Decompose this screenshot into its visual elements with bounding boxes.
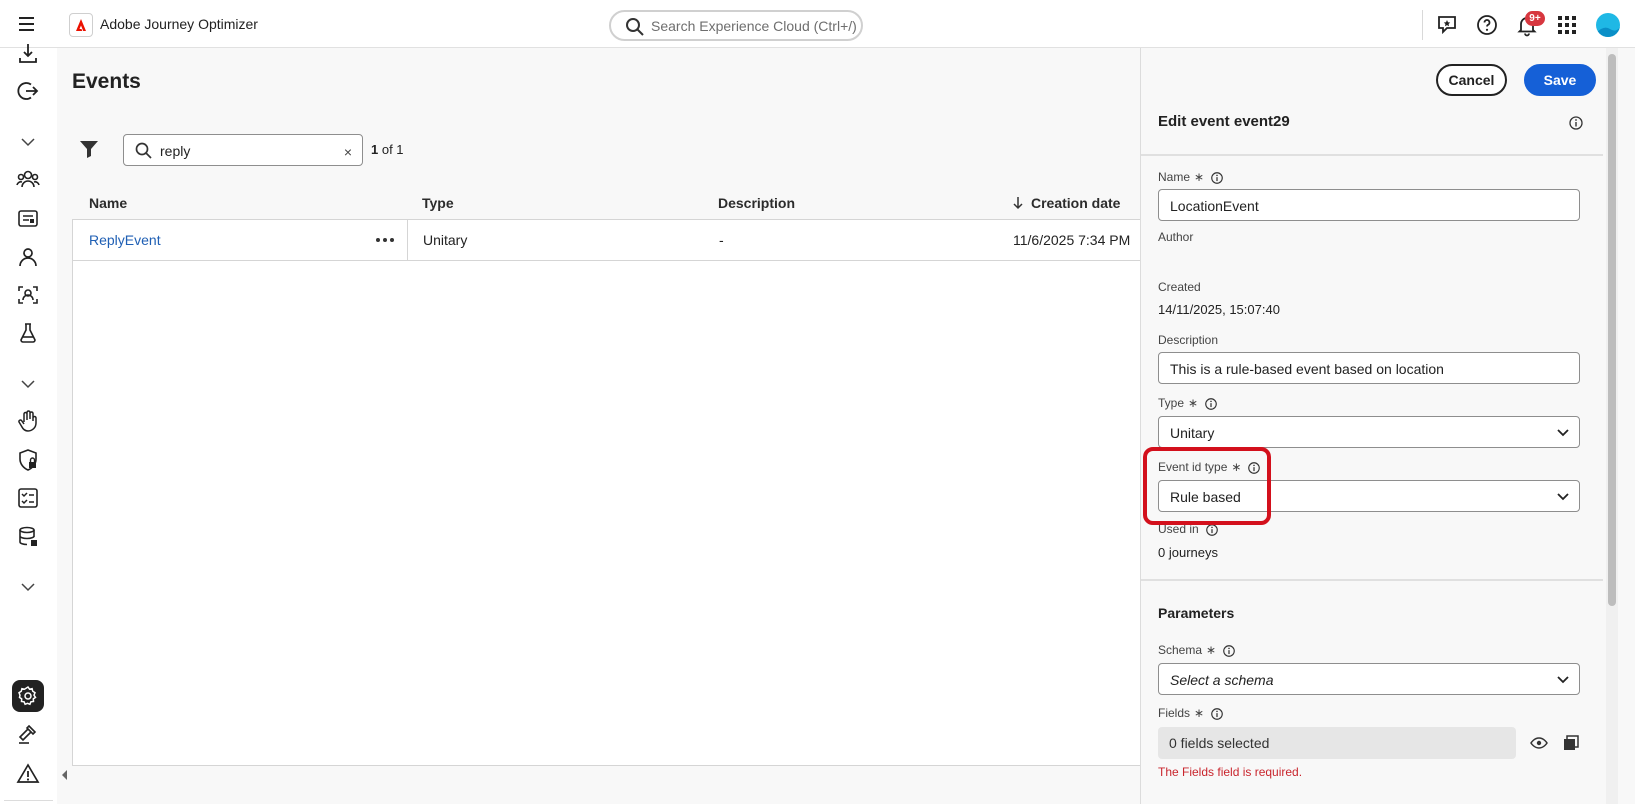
event-id-type-info-icon[interactable]: [1247, 461, 1261, 475]
column-header-description[interactable]: Description: [718, 195, 795, 211]
fields-error-message: The Fields field is required.: [1158, 765, 1303, 779]
nav-configuration-gear-icon[interactable]: [16, 684, 40, 708]
nav-alerts-warning-icon[interactable]: [16, 762, 40, 786]
event-id-type-label: Event id type ∗: [1158, 460, 1261, 475]
column-header-creation-date[interactable]: Creation date: [1031, 195, 1120, 211]
nav-collapse-chevron-icon[interactable]: [16, 130, 40, 154]
panel-scrollbar[interactable]: [1608, 54, 1616, 606]
sort-descending-icon[interactable]: [1012, 195, 1024, 211]
name-info-icon[interactable]: [1210, 171, 1224, 185]
clear-search-icon[interactable]: ×: [344, 144, 352, 160]
nav-profiles-icon[interactable]: [16, 245, 40, 269]
menu-icon[interactable]: [16, 14, 40, 34]
type-label: Type ∗: [1158, 396, 1218, 411]
filter-icon[interactable]: [78, 138, 100, 160]
cancel-button[interactable]: Cancel: [1436, 64, 1507, 96]
nav-privacy-shield-icon[interactable]: [16, 448, 40, 472]
used-in-info-icon[interactable]: [1205, 523, 1219, 537]
search-icon: [625, 17, 645, 37]
notifications-badge: 9+: [1525, 11, 1545, 26]
column-divider: [407, 220, 408, 260]
used-in-value: 0 journeys: [1158, 545, 1218, 560]
column-header-name[interactable]: Name: [89, 195, 127, 211]
help-icon[interactable]: [1475, 13, 1499, 37]
toolbar-divider: [1422, 10, 1423, 40]
save-button[interactable]: Save: [1524, 64, 1596, 96]
nav-checklist-icon[interactable]: [16, 486, 40, 510]
created-label: Created: [1158, 280, 1201, 294]
more-actions-icon[interactable]: [373, 228, 397, 252]
global-search-input[interactable]: Search Experience Cloud (Ctrl+/): [609, 10, 863, 41]
schema-select[interactable]: Select a schema: [1158, 663, 1580, 695]
search-value: reply: [160, 143, 191, 159]
name-field[interactable]: LocationEvent: [1158, 189, 1580, 221]
nav-content-icon[interactable]: [16, 207, 40, 231]
parameters-heading: Parameters: [1158, 605, 1235, 621]
chevron-down-icon: [1557, 492, 1569, 502]
event-name-link[interactable]: ReplyEvent: [89, 232, 161, 248]
used-in-label: Used in: [1158, 522, 1219, 537]
column-header-type[interactable]: Type: [422, 195, 454, 211]
app-name[interactable]: Adobe Journey Optimizer: [100, 16, 258, 32]
nav-audiences-icon[interactable]: [16, 167, 40, 191]
author-label: Author: [1158, 230, 1194, 244]
nav-identities-icon[interactable]: [16, 283, 40, 307]
results-count: 1 of 1: [371, 142, 404, 157]
fields-selected-display: 0 fields selected: [1158, 727, 1516, 759]
search-placeholder: Search Experience Cloud (Ctrl+/): [651, 18, 857, 34]
event-id-type-select[interactable]: Rule based: [1158, 480, 1580, 512]
chevron-down-icon: [1557, 675, 1569, 685]
fields-info-icon[interactable]: [1210, 707, 1224, 721]
edit-event-panel: Cancel Save Edit event event29 Name ∗ Loc…: [1140, 48, 1635, 804]
nav-consent-hand-icon[interactable]: [16, 409, 40, 433]
top-bar: Adobe Journey Optimizer Search Experienc…: [0, 0, 1635, 48]
created-value: 14/11/2025, 15:07:40: [1158, 302, 1280, 317]
description-label: Description: [1158, 333, 1219, 347]
panel-divider: [1141, 154, 1603, 156]
nav-collapse-chevron-2-icon[interactable]: [16, 372, 40, 396]
user-avatar[interactable]: [1596, 13, 1620, 37]
adobe-logo-icon[interactable]: [69, 13, 93, 37]
preview-eye-icon[interactable]: [1530, 734, 1548, 752]
table-header: Name Type Description Creation date: [72, 188, 1140, 220]
search-icon: [135, 142, 153, 160]
nav-experiments-icon[interactable]: [16, 321, 40, 345]
event-type-cell: Unitary: [423, 232, 468, 248]
info-icon[interactable]: [1568, 115, 1584, 131]
description-field[interactable]: This is a rule-based event based on loca…: [1158, 352, 1580, 384]
schema-info-icon[interactable]: [1222, 644, 1236, 658]
edit-fields-icon[interactable]: [1562, 734, 1580, 752]
nav-administration-icon[interactable]: [16, 722, 40, 746]
name-label: Name ∗: [1158, 170, 1224, 185]
panel-divider: [1141, 579, 1603, 581]
panel-title: Edit event event29: [1158, 113, 1290, 130]
nav-collapse-chevron-3-icon[interactable]: [16, 575, 40, 599]
events-table: ReplyEvent Unitary - 11/6/2025 7:34 PM: [72, 219, 1141, 766]
nav-exit-icon[interactable]: [16, 79, 40, 103]
nav-import-icon[interactable]: [16, 42, 40, 66]
type-info-icon[interactable]: [1204, 397, 1218, 411]
type-select[interactable]: Unitary: [1158, 416, 1580, 448]
table-row[interactable]: ReplyEvent Unitary - 11/6/2025 7:34 PM: [73, 220, 1141, 261]
nav-data-icon[interactable]: [16, 525, 40, 549]
event-created-cell: 11/6/2025 7:34 PM: [1013, 232, 1131, 248]
chevron-down-icon: [1557, 428, 1569, 438]
apps-grid-icon[interactable]: [1555, 13, 1579, 37]
feedback-icon[interactable]: [1435, 13, 1459, 37]
events-search-input[interactable]: reply ×: [123, 134, 363, 166]
nav-divider: [4, 800, 53, 801]
horizontal-scrollbar[interactable]: [58, 766, 1140, 784]
event-description-cell: -: [719, 232, 724, 248]
schema-label: Schema ∗: [1158, 643, 1236, 658]
fields-label: Fields ∗: [1158, 706, 1224, 721]
left-navigation-rail: [0, 44, 57, 804]
page-title: Events: [72, 70, 141, 93]
